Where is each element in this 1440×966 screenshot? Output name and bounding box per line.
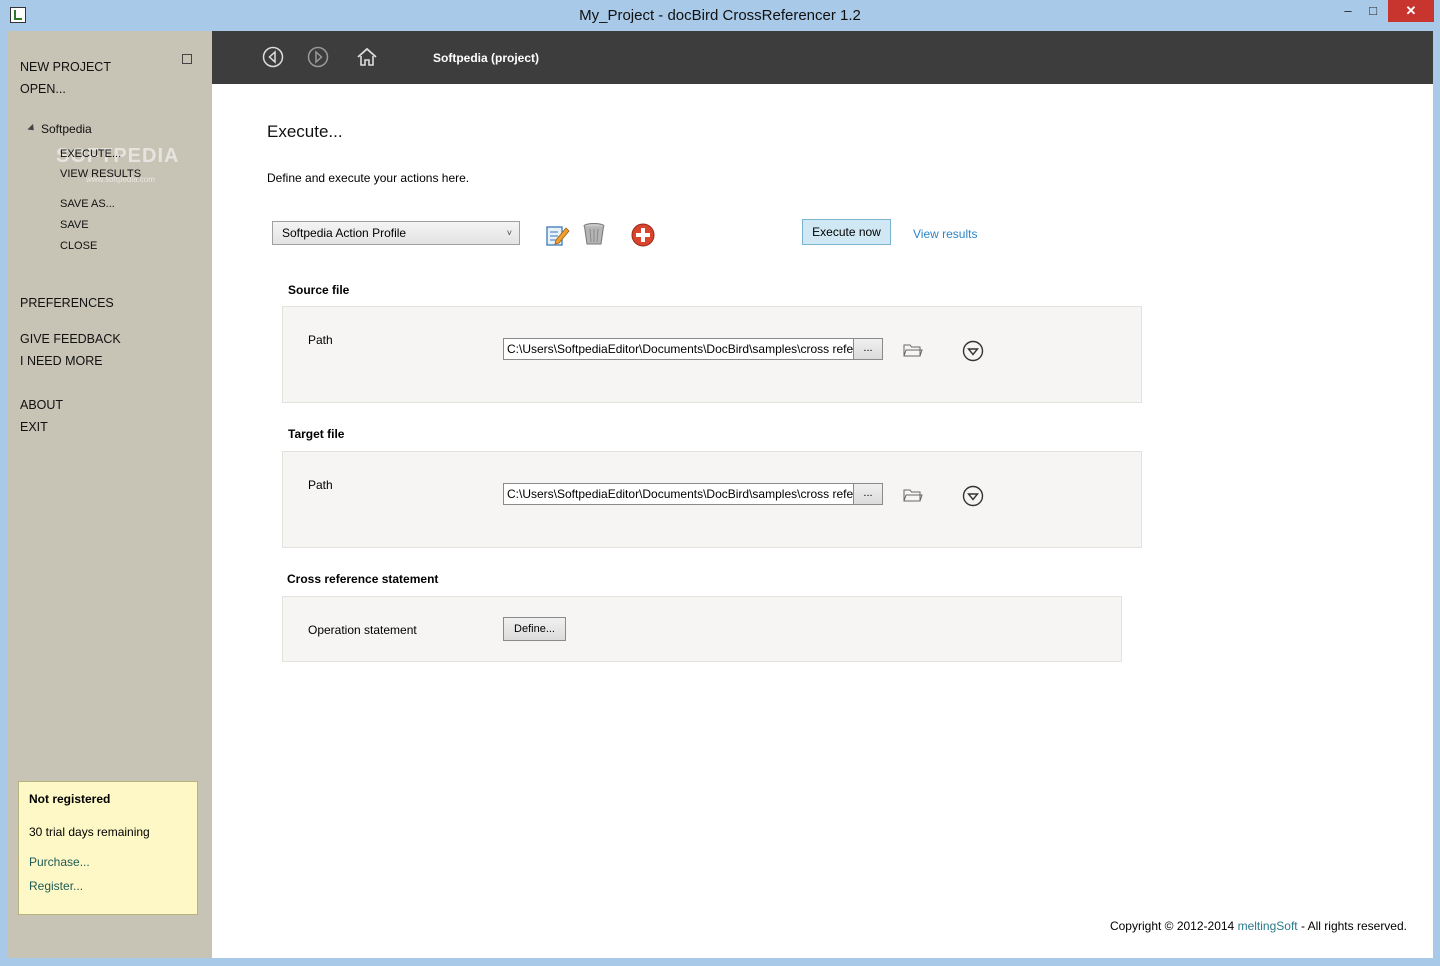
forward-icon[interactable] bbox=[307, 46, 329, 68]
sidebar-item-open[interactable]: OPEN... bbox=[20, 82, 66, 96]
target-path-label: Path bbox=[308, 478, 333, 492]
registration-box: Not registered 30 trial days remaining P… bbox=[18, 781, 198, 915]
action-profile-value: Softpedia Action Profile bbox=[282, 226, 407, 240]
purchase-link[interactable]: Purchase... bbox=[29, 855, 90, 869]
close-button[interactable]: ✕ bbox=[1388, 0, 1434, 22]
operation-statement-label: Operation statement bbox=[308, 623, 417, 637]
define-button[interactable]: Define... bbox=[503, 617, 566, 641]
sidebar-item-new-project[interactable]: NEW PROJECT bbox=[20, 60, 111, 74]
page-description: Define and execute your actions here. bbox=[267, 171, 470, 185]
tree-expand-icon[interactable] bbox=[27, 123, 37, 134]
minimize-button[interactable]: – bbox=[1336, 0, 1360, 22]
target-browse-button[interactable]: ... bbox=[853, 483, 883, 505]
register-link[interactable]: Register... bbox=[29, 879, 83, 893]
chevron-down-icon: ˅ bbox=[506, 228, 512, 238]
breadcrumb: Softpedia (project) bbox=[433, 51, 540, 65]
source-open-folder-icon[interactable] bbox=[903, 342, 923, 358]
maximize-button[interactable]: □ bbox=[1363, 0, 1383, 22]
sidebar-item-save-as[interactable]: SAVE AS... bbox=[60, 198, 115, 210]
target-open-folder-icon[interactable] bbox=[903, 487, 923, 503]
source-path-input[interactable]: C:\Users\SoftpediaEditor\Documents\DocBi… bbox=[503, 338, 855, 360]
registration-status: Not registered bbox=[29, 792, 111, 806]
window-title: My_Project - docBird CrossReferencer 1.2 bbox=[579, 7, 861, 24]
header-bar: Softpedia (project) bbox=[212, 31, 1433, 84]
add-profile-icon[interactable] bbox=[630, 222, 656, 248]
action-profile-select[interactable]: Softpedia Action Profile ˅ bbox=[272, 221, 520, 245]
app-window: My_Project - docBird CrossReferencer 1.2… bbox=[0, 0, 1440, 966]
target-expand-icon[interactable] bbox=[962, 485, 984, 507]
title-bar[interactable]: My_Project - docBird CrossReferencer 1.2… bbox=[0, 0, 1440, 31]
sidebar-item-preferences[interactable]: PREFERENCES bbox=[20, 296, 114, 310]
sidebar-item-save[interactable]: SAVE bbox=[60, 219, 89, 231]
target-file-panel: Path C:\Users\SoftpediaEditor\Documents\… bbox=[282, 451, 1142, 548]
execute-now-button[interactable]: Execute now bbox=[802, 219, 891, 245]
sidebar-item-give-feedback[interactable]: GIVE FEEDBACK bbox=[20, 332, 121, 346]
sidebar-item-view-results[interactable]: VIEW RESULTS bbox=[60, 168, 141, 180]
cross-reference-heading: Cross reference statement bbox=[287, 572, 439, 586]
target-file-heading: Target file bbox=[288, 427, 345, 441]
target-path-input[interactable]: C:\Users\SoftpediaEditor\Documents\DocBi… bbox=[503, 483, 855, 505]
tree-node-project[interactable]: Softpedia bbox=[41, 122, 92, 136]
source-expand-icon[interactable] bbox=[962, 340, 984, 362]
home-icon[interactable] bbox=[356, 46, 378, 68]
collapse-sidebar-icon[interactable] bbox=[182, 54, 192, 64]
main-content: Execute... Define and execute your actio… bbox=[212, 84, 1433, 958]
source-path-label: Path bbox=[308, 333, 333, 347]
brand-link[interactable]: meltingSoft bbox=[1238, 919, 1298, 933]
edit-profile-icon[interactable] bbox=[544, 222, 570, 248]
sidebar: NEW PROJECT OPEN... Softpedia SOFTPEDIA … bbox=[8, 31, 212, 958]
rights-text: - All rights reserved. bbox=[1300, 919, 1407, 933]
delete-profile-icon[interactable] bbox=[581, 221, 607, 247]
back-icon[interactable] bbox=[262, 46, 284, 68]
sidebar-item-execute[interactable]: EXECUTE... bbox=[60, 148, 121, 160]
sidebar-item-about[interactable]: ABOUT bbox=[20, 398, 63, 412]
page-title: Execute... bbox=[267, 122, 343, 141]
sidebar-item-exit[interactable]: EXIT bbox=[20, 420, 48, 434]
copyright-text: Copyright © 2012-2014 bbox=[1109, 919, 1235, 933]
cross-reference-panel: Operation statement Define... bbox=[282, 596, 1122, 662]
source-file-heading: Source file bbox=[288, 283, 350, 297]
view-results-link[interactable]: View results bbox=[913, 227, 977, 241]
source-file-panel: Path C:\Users\SoftpediaEditor\Documents\… bbox=[282, 306, 1142, 403]
trial-days-remaining: 30 trial days remaining bbox=[29, 825, 150, 839]
source-browse-button[interactable]: ... bbox=[853, 338, 883, 360]
sidebar-item-close[interactable]: CLOSE bbox=[60, 240, 97, 252]
copyright-footer: Copyright © 2012-2014 meltingSoft - All … bbox=[1110, 919, 1407, 933]
sidebar-item-i-need-more[interactable]: I NEED MORE bbox=[20, 354, 103, 368]
